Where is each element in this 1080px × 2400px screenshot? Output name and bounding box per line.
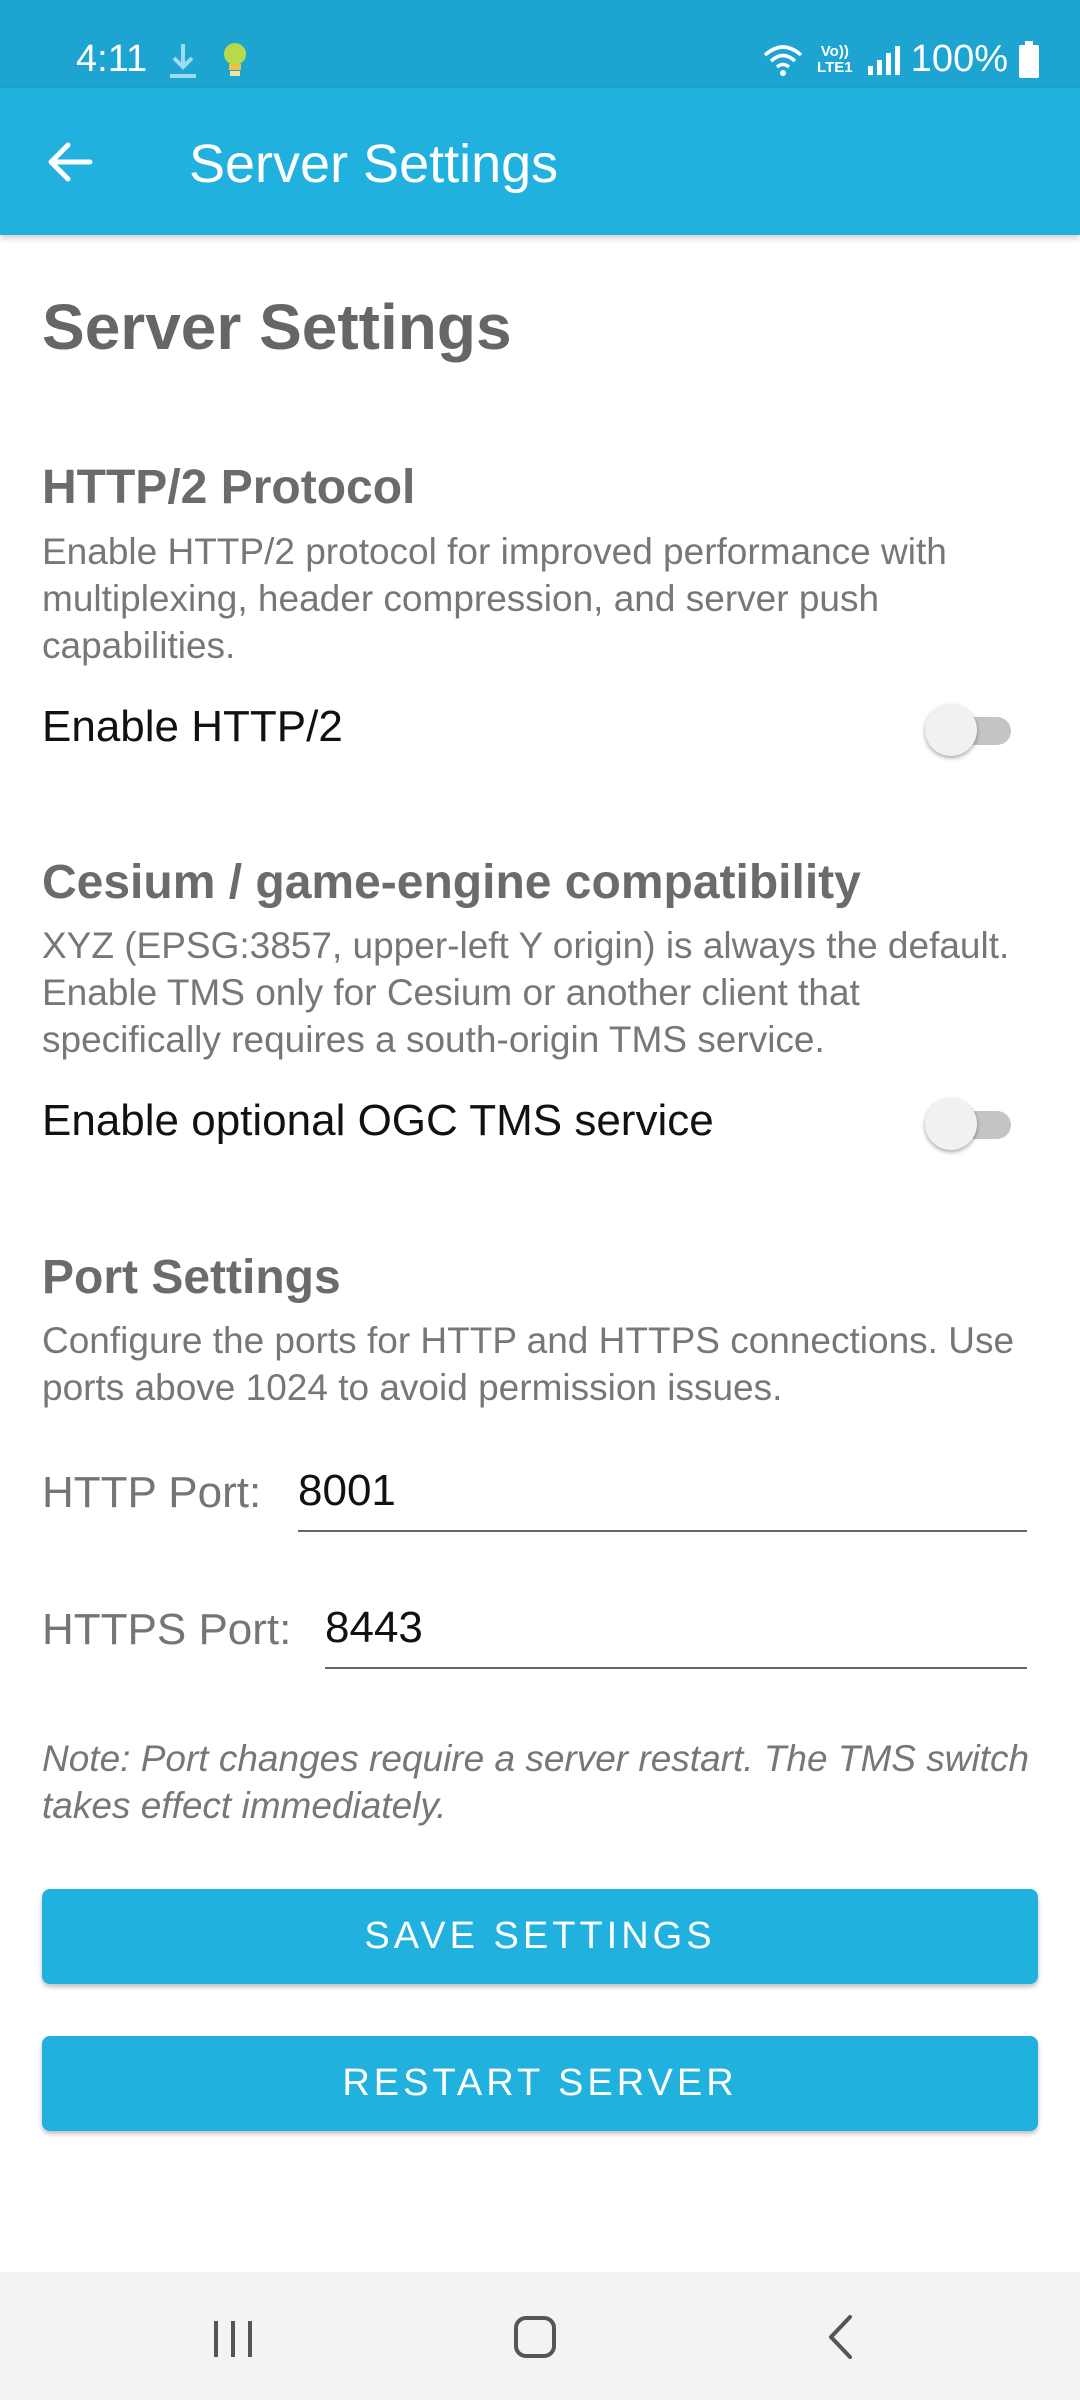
restart-server-button[interactable]: RESTART SERVER	[42, 2036, 1038, 2131]
tms-toggle[interactable]	[925, 1094, 1011, 1152]
http-port-label: HTTP Port:	[42, 1468, 262, 1517]
home-button[interactable]	[495, 2302, 575, 2372]
network-type: Vo)) LTE1	[817, 42, 853, 76]
https-port-label: HTTPS Port:	[42, 1605, 292, 1654]
system-nav-bar	[0, 2272, 1080, 2400]
save-settings-button[interactable]: SAVE SETTINGS	[42, 1889, 1038, 1984]
lightbulb-icon	[224, 43, 246, 76]
app-bar-title: Server Settings	[189, 134, 559, 194]
recent-apps-icon	[214, 2321, 252, 2357]
switch-thumb	[925, 704, 977, 756]
port-note: Note: Port changes require a server rest…	[42, 1738, 1030, 1826]
port-section-title: Port Settings	[42, 1251, 341, 1304]
wifi-icon	[763, 44, 802, 76]
battery-icon	[1019, 40, 1039, 78]
app-bar: Server Settings	[0, 88, 1080, 235]
cesium-description: XYZ (EPSG:3857, upper-left Y origin) is …	[42, 925, 1010, 1060]
port-description: Configure the ports for HTTP and HTTPS c…	[42, 1320, 1015, 1408]
status-bar: 4:11 Vo)) LTE1 100%	[0, 0, 1080, 88]
http2-section-title: HTTP/2 Protocol	[42, 461, 416, 514]
battery-percent: 100%	[910, 38, 1008, 80]
arrow-back-icon	[48, 142, 93, 182]
nav-back-button[interactable]	[800, 2302, 880, 2372]
http2-toggle-label: Enable HTTP/2	[42, 702, 343, 751]
http2-toggle[interactable]	[925, 700, 1011, 758]
recent-apps-button[interactable]	[193, 2302, 273, 2372]
status-time: 4:11	[76, 38, 148, 80]
tms-toggle-label: Enable optional OGC TMS service	[42, 1096, 714, 1145]
http-port-input[interactable]	[298, 1462, 1027, 1532]
download-icon	[170, 44, 196, 78]
signal-icon	[867, 45, 900, 75]
https-port-input[interactable]	[325, 1599, 1027, 1669]
back-button[interactable]	[40, 132, 100, 192]
chevron-left-icon	[829, 2315, 852, 2359]
cesium-section-title: Cesium / game-engine compatibility	[42, 856, 861, 909]
home-icon	[514, 2316, 556, 2358]
page-title: Server Settings	[42, 291, 512, 363]
http2-description: Enable HTTP/2 protocol for improved perf…	[42, 531, 947, 666]
switch-thumb	[925, 1098, 977, 1150]
